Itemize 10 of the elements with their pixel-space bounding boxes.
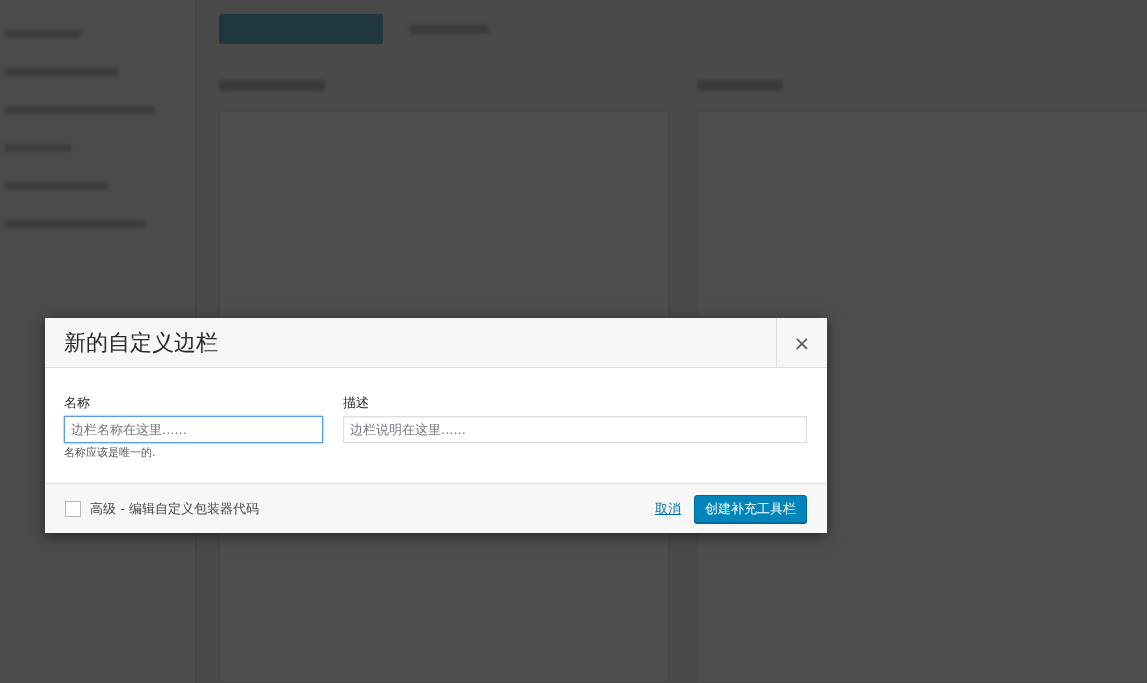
hint-text: 名称应该是唯一的. [64,445,156,460]
checkbox[interactable] [65,500,81,517]
cancel-link[interactable]: 取消 [655,499,681,518]
checkbox-label: 高级 - 编辑自定义包装器代码 [90,499,259,518]
close-button[interactable]: × [776,318,827,367]
field-label: 名称 [64,394,91,412]
create-button[interactable]: 创建补充工具栏 [694,494,807,523]
input-field[interactable]: 边栏名称在这里...... [64,416,323,443]
dialog-title: 新的自定义边栏 [64,329,218,357]
field-label: 描述 [343,394,370,412]
